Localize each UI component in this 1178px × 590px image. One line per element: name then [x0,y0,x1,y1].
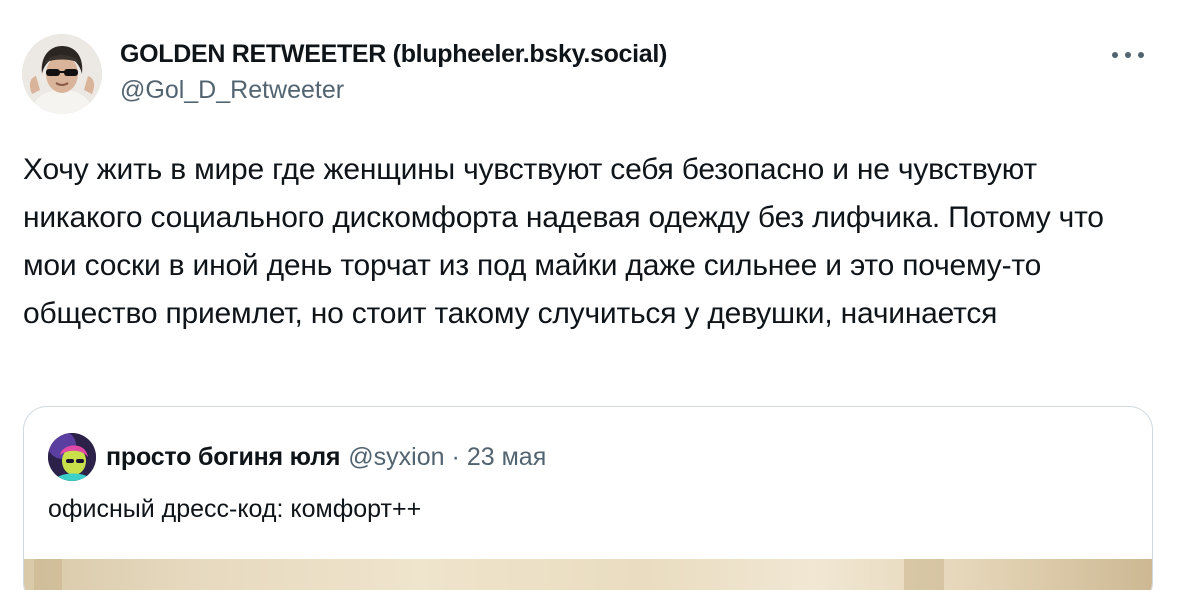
author-avatar[interactable] [22,34,102,114]
more-dots-icon [1112,52,1144,58]
media-decor-left [34,559,62,590]
tweet: GOLDEN RETWEETER (blupheeler.bsky.social… [0,0,1178,590]
quote-separator: · [451,442,460,471]
quote-header: просто богиня юля @syxion · 23 мая [48,433,546,481]
quote-author-display-name[interactable]: просто богиня юля [106,443,340,472]
author-display-name[interactable]: GOLDEN RETWEETER (blupheeler.bsky.social… [120,38,667,70]
quote-author-avatar[interactable] [48,433,96,481]
more-options-button[interactable] [1108,40,1148,70]
tweet-text: Хочу жить в мире где женщины чувствуют с… [23,153,1104,330]
quote-author-handle[interactable]: @syxion [348,443,444,472]
author-block: GOLDEN RETWEETER (blupheeler.bsky.social… [120,38,667,106]
quote-media-image[interactable] [24,559,1152,590]
quote-date[interactable]: 23 мая [467,443,546,472]
media-decor-right [904,559,944,590]
quote-tweet-card[interactable]: просто богиня юля @syxion · 23 мая офисн… [23,406,1153,590]
user-avatar-sunglasses-icon [22,34,102,114]
quote-text: офисный дресс-код: комфорт++ [48,495,422,523]
author-handle[interactable]: @Gol_D_Retweeter [120,74,667,106]
user-avatar-neon-icon [48,433,96,481]
